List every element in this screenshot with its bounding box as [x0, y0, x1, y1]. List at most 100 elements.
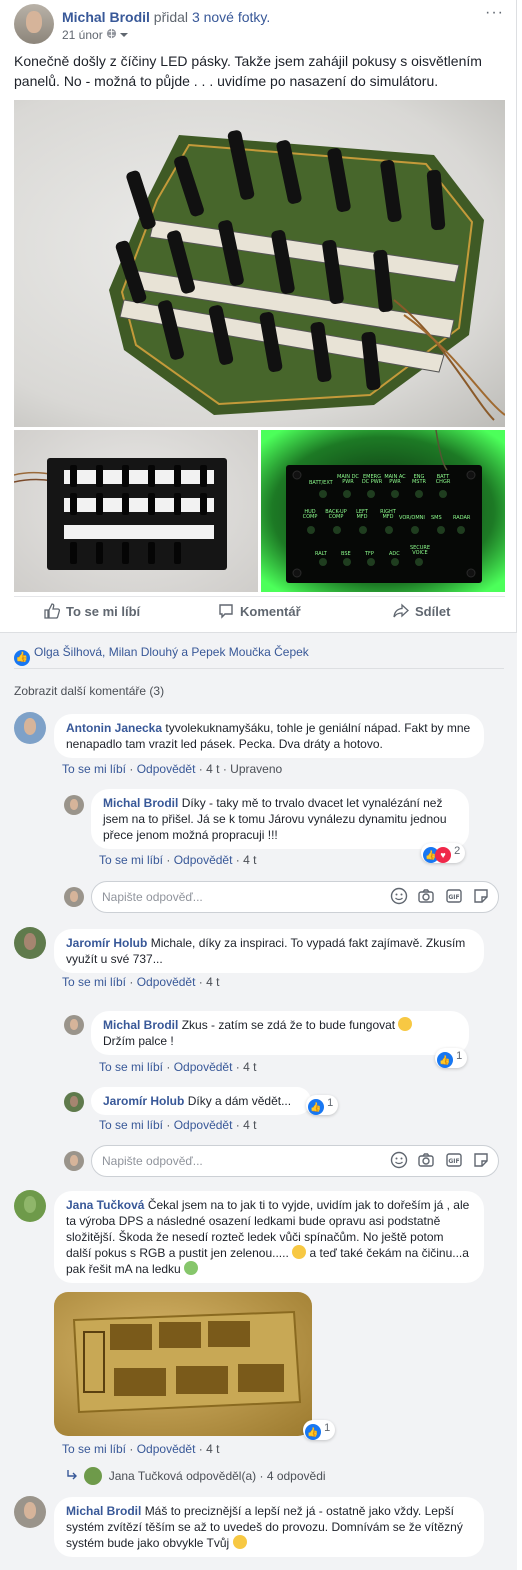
comment-time[interactable]: 4 t — [206, 1442, 219, 1456]
comment-reply-link[interactable]: Odpovědět — [137, 975, 196, 989]
like-reaction-icon: 👍 — [305, 1424, 321, 1440]
comment-meta: To se mi líbí · Odpovědět · 4 t · Uprave… — [62, 762, 283, 776]
share-button[interactable]: Sdílet — [393, 603, 450, 619]
comment-time[interactable]: 4 t — [206, 975, 219, 989]
replier-name[interactable]: Michal Brodil — [103, 1018, 178, 1032]
reply-text: Díky a dám vědět... — [187, 1094, 292, 1108]
post-date[interactable]: 21 únor — [62, 28, 103, 42]
author-name[interactable]: Michal Brodil — [62, 9, 150, 25]
comment-reply-link[interactable]: Odpovědět — [137, 762, 196, 776]
reply-reply-link[interactable]: Odpovědět — [174, 853, 233, 867]
panel-label: TFP — [365, 551, 374, 557]
thumbs-up-icon — [44, 603, 60, 619]
panel-label: RADAR — [453, 515, 471, 521]
current-user-avatar — [64, 887, 84, 907]
panel-label: BATT/EXT — [309, 480, 333, 486]
panel-label: MAIN AC PWR — [384, 474, 406, 485]
comment-like-link[interactable]: To se mi líbí — [62, 975, 126, 989]
comment-like-link[interactable]: To se mi líbí — [62, 762, 126, 776]
reply-input[interactable]: Napište odpověď... GIF — [91, 1145, 499, 1177]
thread-avatar — [84, 1467, 103, 1485]
comment-bubble: Jaromír Holub Michale, díky za inspiraci… — [54, 929, 484, 973]
like-reaction-icon: 👍 — [437, 1052, 453, 1068]
emoji-icon[interactable] — [390, 1151, 408, 1169]
camera-icon[interactable] — [417, 887, 435, 905]
smile-emoji-icon — [398, 1017, 413, 1031]
comment-photo[interactable] — [54, 1292, 312, 1436]
commenter-avatar[interactable] — [14, 1496, 46, 1528]
reply-input[interactable]: Napište odpověď... GIF — [91, 881, 499, 913]
replier-avatar[interactable] — [64, 1015, 84, 1035]
replier-avatar[interactable] — [64, 795, 84, 815]
more-comments-link[interactable]: Zobrazit další komentáře (3) — [14, 684, 164, 698]
reply-meta: To se mi líbí · Odpovědět · 4 t — [99, 1060, 257, 1074]
commenter-name[interactable]: Jaromír Holub — [66, 936, 147, 950]
panel-label: ENG MSTR — [411, 474, 427, 485]
reply-reactions[interactable]: 👍 ♥ 2 — [421, 843, 466, 863]
sticker-icon[interactable] — [472, 1151, 490, 1169]
post-date-line: 21 únor — [62, 28, 129, 42]
privacy-icon[interactable] — [106, 28, 120, 42]
comment-reactions[interactable]: 👍 1 — [303, 1420, 336, 1440]
panel-photo — [14, 458, 227, 570]
like-reaction-icon: 👍 — [308, 1099, 324, 1115]
reply-text-line2: Držím palce ! — [103, 1034, 174, 1048]
comment-like-link[interactable]: To se mi líbí — [62, 1442, 126, 1456]
commenter-avatar[interactable] — [14, 712, 46, 744]
reactions-summary[interactable]: 👍 Olga Šilhová, Milan Dlouhý a Pepek Mouč… — [14, 645, 309, 666]
camera-icon[interactable] — [417, 1151, 435, 1169]
panel-label: BATT CHGR — [435, 474, 451, 485]
reply-time[interactable]: 4 t — [243, 1060, 256, 1074]
post-photo-lit-panel[interactable]: BATT/EXT MAIN DC PWR EMERG DC PWR MAIN A… — [261, 430, 505, 592]
photos-link[interactable]: 3 nové fotky. — [192, 9, 270, 25]
commenter-name[interactable]: Antonin Janecka — [66, 721, 162, 735]
reply-arrow-icon — [66, 1469, 78, 1483]
comment-button[interactable]: Komentář — [218, 603, 301, 619]
comment-bubble: Jana Tučková Čekal jsem na to jak ti to … — [54, 1191, 484, 1283]
replier-avatar[interactable] — [64, 1092, 84, 1112]
post-photo-panel[interactable] — [14, 430, 258, 592]
post-photo-main[interactable] — [14, 100, 505, 427]
reply-bubble: Michal Brodil Zkus - zatím se zdá že to … — [91, 1011, 469, 1055]
privacy-chevron-icon[interactable] — [120, 28, 129, 42]
reply-meta: To se mi líbí · Odpovědět · 4 t — [99, 1118, 257, 1132]
reply-like-link[interactable]: To se mi líbí — [99, 1060, 163, 1074]
view-replies-link[interactable]: Jana Tučková odpověděl(a) · 4 odpovědi — [66, 1467, 326, 1485]
replier-name[interactable]: Jaromír Holub — [103, 1094, 184, 1108]
pcb-photo — [109, 130, 505, 421]
reply-like-link[interactable]: To se mi líbí — [99, 1118, 163, 1132]
comment-icon — [219, 604, 233, 619]
dps-photo — [72, 1310, 302, 1414]
emoji-icon[interactable] — [390, 887, 408, 905]
reply-time[interactable]: 4 t — [243, 853, 256, 867]
panel-label: VOR/OMNI — [399, 515, 425, 521]
like-button[interactable]: To se mi líbí — [44, 603, 140, 619]
input-tools: GIF — [384, 887, 490, 905]
commenter-avatar[interactable] — [14, 927, 46, 959]
reply-like-link[interactable]: To se mi líbí — [99, 853, 163, 867]
gif-icon[interactable]: GIF — [445, 1151, 463, 1169]
commenter-name[interactable]: Michal Brodil — [66, 1504, 141, 1518]
reply-reactions[interactable]: 👍 1 — [435, 1048, 468, 1068]
reply-reply-link[interactable]: Odpovědět — [174, 1118, 233, 1132]
commenter-name[interactable]: Jana Tučková — [66, 1198, 144, 1212]
author-avatar[interactable] — [14, 4, 54, 44]
reply-bubble: Jaromír Holub Díky a dám vědět... — [91, 1087, 311, 1115]
reply-reply-link[interactable]: Odpovědět — [174, 1060, 233, 1074]
panel-label: SECURE VOICE — [409, 545, 431, 556]
edited-label[interactable]: Upraveno — [230, 762, 282, 776]
panel-label: RIGHT MFD — [380, 509, 396, 520]
reply-reactions[interactable]: 👍 1 — [306, 1095, 339, 1115]
smile-emoji-icon — [232, 1535, 247, 1549]
comment-bubble: Michal Brodil Máš to preciznější a lepší… — [54, 1497, 484, 1557]
panel-label: SMS — [431, 515, 442, 521]
comment-time[interactable]: 4 t — [206, 762, 219, 776]
post-options-icon[interactable]: ··· — [485, 4, 504, 22]
gif-icon[interactable]: GIF — [445, 887, 463, 905]
post-header: Michal Brodil přidal 3 nové fotky. 21 ún… — [14, 4, 504, 44]
reply-time[interactable]: 4 t — [243, 1118, 256, 1132]
replier-name[interactable]: Michal Brodil — [103, 796, 178, 810]
sticker-icon[interactable] — [472, 887, 490, 905]
comment-reply-link[interactable]: Odpovědět — [137, 1442, 196, 1456]
commenter-avatar[interactable] — [14, 1190, 46, 1222]
